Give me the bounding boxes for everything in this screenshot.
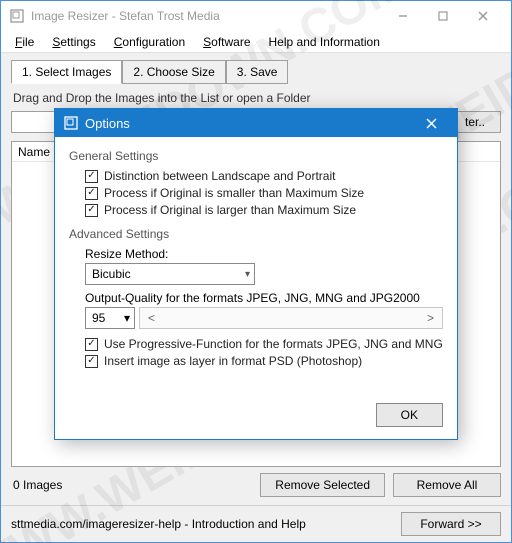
maximize-button[interactable] <box>423 4 463 28</box>
scroll-right-icon[interactable]: > <box>425 311 436 325</box>
dialog-title: Options <box>85 116 413 131</box>
check-icon: ✓ <box>85 355 98 368</box>
dialog-close-button[interactable] <box>413 111 449 135</box>
menu-file[interactable]: File <box>7 33 42 51</box>
window-title: Image Resizer - Stefan Trost Media <box>31 9 383 23</box>
window-buttons <box>383 4 503 28</box>
options-dialog: Options General Settings ✓ Distinction b… <box>54 108 458 440</box>
section-advanced: Advanced Settings <box>69 227 443 241</box>
dialog-titlebar: Options <box>55 109 457 137</box>
checkbox-smaller[interactable]: ✓ Process if Original is smaller than Ma… <box>85 186 443 200</box>
remove-selected-button[interactable]: Remove Selected <box>260 473 385 497</box>
minimize-button[interactable] <box>383 4 423 28</box>
resize-method-combo[interactable]: Bicubic ▾ <box>85 263 255 285</box>
dialog-footer: OK <box>55 403 457 439</box>
scroll-left-icon[interactable]: < <box>146 311 157 325</box>
footer-link[interactable]: sttmedia.com/imageresizer-help - Introdu… <box>11 517 306 531</box>
image-count: 0 Images <box>11 478 62 492</box>
menu-help[interactable]: Help and Information <box>261 33 388 51</box>
check-icon: ✓ <box>85 170 98 183</box>
check-icon: ✓ <box>85 187 98 200</box>
checkbox-distinction[interactable]: ✓ Distinction between Landscape and Port… <box>85 169 443 183</box>
dialog-icon <box>63 115 79 131</box>
tab-select-images[interactable]: 1. Select Images <box>11 60 122 84</box>
resize-method-label: Resize Method: <box>85 247 443 261</box>
quality-scrollbar[interactable]: < > <box>139 307 443 329</box>
section-general: General Settings <box>69 149 443 163</box>
checkbox-progressive[interactable]: ✓ Use Progressive-Function for the forma… <box>85 337 443 351</box>
ok-button[interactable]: OK <box>376 403 443 427</box>
chevron-down-icon: ▾ <box>245 269 250 280</box>
close-button[interactable] <box>463 4 503 28</box>
tab-save[interactable]: 3. Save <box>226 60 289 84</box>
quality-label: Output-Quality for the formats JPEG, JNG… <box>85 291 443 305</box>
quality-row: 95 ▾ < > <box>85 307 443 329</box>
remove-all-button[interactable]: Remove All <box>393 473 501 497</box>
bottom-row: 0 Images Remove Selected Remove All <box>11 473 501 497</box>
check-icon: ✓ <box>85 338 98 351</box>
quality-value-combo[interactable]: 95 ▾ <box>85 307 135 329</box>
titlebar: Image Resizer - Stefan Trost Media <box>1 1 511 31</box>
resize-method-value: Bicubic <box>92 267 131 281</box>
menu-configuration[interactable]: Configuration <box>106 33 193 51</box>
checkbox-psd[interactable]: ✓ Insert image as layer in format PSD (P… <box>85 354 443 368</box>
menu-software[interactable]: Software <box>195 33 258 51</box>
tab-choose-size[interactable]: 2. Choose Size <box>122 60 225 84</box>
menu-settings[interactable]: Settings <box>44 33 103 51</box>
app-icon <box>9 8 25 24</box>
forward-button[interactable]: Forward >> <box>401 512 501 536</box>
checkbox-larger[interactable]: ✓ Process if Original is larger than Max… <box>85 203 443 217</box>
chevron-down-icon: ▾ <box>124 311 130 325</box>
menubar: File Settings Configuration Software Hel… <box>1 31 511 53</box>
check-icon: ✓ <box>85 204 98 217</box>
dialog-body: General Settings ✓ Distinction between L… <box>55 137 457 403</box>
hint-text: Drag and Drop the Images into the List o… <box>11 83 501 109</box>
footer: sttmedia.com/imageresizer-help - Introdu… <box>1 505 511 542</box>
tabstrip: 1. Select Images 2. Choose Size 3. Save <box>11 59 501 83</box>
